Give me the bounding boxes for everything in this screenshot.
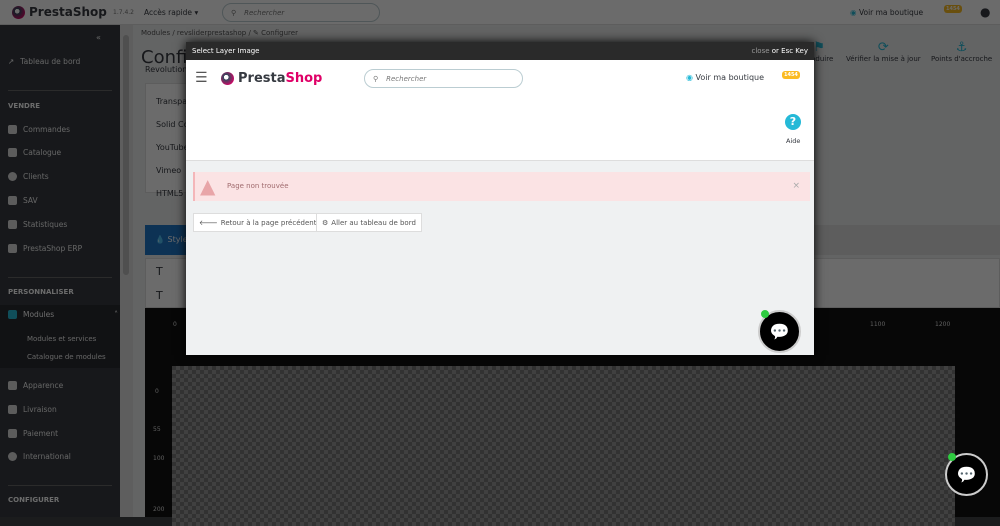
- sidebar-item-catalog[interactable]: Catalogue: [8, 148, 118, 157]
- notification-badge[interactable]: 1454: [782, 71, 800, 79]
- modal-title-bar: Select Layer Image close or Esc Key: [186, 42, 814, 60]
- section-customize: PERSONNALISER: [8, 288, 74, 296]
- eye-icon: ◉: [686, 73, 693, 82]
- sidebar-item-payment[interactable]: Paiement: [8, 429, 118, 438]
- alert-message: Page non trouvée: [227, 182, 289, 190]
- hamburger-menu-icon[interactable]: ☰: [195, 70, 208, 86]
- account-icon: [8, 172, 17, 181]
- sidebar-item-customers[interactable]: Clients: [8, 172, 118, 181]
- sidebar: « ↗ Tableau de bord VENDRE Commandes Cata…: [0, 25, 120, 517]
- search-icon: ⚲: [373, 74, 379, 83]
- prestashop-logo[interactable]: PrestaShop: [221, 71, 322, 86]
- ruler-y-label: 200: [153, 506, 165, 513]
- alert-close-button[interactable]: ×: [792, 181, 800, 191]
- collapse-icon[interactable]: «: [96, 33, 101, 42]
- quick-access-dropdown[interactable]: Accès rapide ▾: [144, 8, 198, 17]
- sidebar-item-appearance[interactable]: Apparence: [8, 381, 118, 390]
- sidebar-item-stats[interactable]: Statistiques: [8, 220, 118, 229]
- select-layer-image-modal: Select Layer Image close or Esc Key ☰ Pr…: [186, 42, 814, 355]
- chat-icon: [8, 196, 17, 205]
- chat-widget-button[interactable]: 💬: [758, 310, 801, 353]
- top-bar: PrestaShop 1.7.4.2 Accès rapide ▾ ⚲ Reche…: [0, 0, 1000, 25]
- chat-widget-button[interactable]: 💬: [945, 453, 988, 496]
- go-dashboard-button[interactable]: ⚙ Aller au tableau de bord: [316, 213, 422, 232]
- search-icon: ⚲: [231, 8, 237, 17]
- ruler-y-label: 55: [153, 426, 161, 433]
- sidebar-scrollbar[interactable]: [120, 25, 133, 517]
- ruler-x-label: 0: [173, 321, 177, 328]
- slide-canvas[interactable]: [172, 366, 955, 526]
- anchor-icon: ⚓: [955, 40, 968, 55]
- ruler-y-label: 0: [155, 388, 159, 395]
- sidebar-subitem-module-catalog[interactable]: Catalogue de modules: [27, 353, 106, 361]
- modal-title: Select Layer Image: [192, 47, 260, 55]
- trend-icon: ↗: [8, 57, 15, 66]
- sidebar-item-modules[interactable]: Modules ˄: [8, 310, 118, 319]
- sidebar-item-service[interactable]: SAV: [8, 196, 118, 205]
- refresh-icon: ⟳: [877, 40, 889, 55]
- notification-badge[interactable]: 1454: [944, 5, 962, 13]
- card-icon: [8, 429, 17, 438]
- sidebar-item-orders[interactable]: Commandes: [8, 125, 118, 134]
- user-icon[interactable]: ●: [980, 5, 990, 19]
- dashboard-icon: ⚙: [322, 218, 329, 227]
- warning-icon: ▲: [200, 174, 216, 198]
- eye-icon: ◉: [850, 8, 857, 17]
- ruler-x-label: 1100: [870, 321, 886, 328]
- view-shop-link[interactable]: ◉ Voir ma boutique: [686, 73, 764, 82]
- chart-icon: [8, 220, 17, 229]
- truck-icon: [8, 405, 17, 414]
- chevron-up-icon: ˄: [114, 310, 118, 319]
- ruler-y-label: 100: [153, 455, 165, 462]
- error-alert: ▲ Page non trouvée ×: [193, 172, 810, 201]
- arrow-left-icon: 🡐: [199, 219, 218, 227]
- basket-icon: [8, 125, 17, 134]
- ruler-x-label: 1200: [935, 321, 951, 328]
- modal-close-button[interactable]: close or Esc Key: [752, 42, 809, 60]
- help-label[interactable]: Aide: [786, 137, 800, 145]
- modal-header: ☰ PrestaShop ⚲ Rechercher ◉ Voir ma bouti…: [186, 60, 814, 161]
- modal-search-input[interactable]: ⚲ Rechercher: [364, 69, 523, 88]
- puzzle-icon: [8, 310, 17, 319]
- sidebar-item-erp[interactable]: PrestaShop ERP: [8, 244, 118, 253]
- section-sell: VENDRE: [8, 102, 41, 110]
- prestashop-logo[interactable]: PrestaShop: [12, 5, 107, 19]
- check-update-button[interactable]: ⟳ Vérifier la mise à jour: [846, 40, 921, 63]
- top-search-input[interactable]: ⚲ Rechercher: [222, 3, 380, 22]
- globe-icon: [8, 452, 17, 461]
- hooks-button[interactable]: ⚓ Points d'accroche: [931, 40, 992, 63]
- monitor-icon: [8, 381, 17, 390]
- sidebar-item-international[interactable]: International: [8, 452, 118, 461]
- puzzle-icon: [8, 244, 17, 253]
- sidebar-item-dashboard[interactable]: ↗ Tableau de bord: [8, 57, 118, 66]
- section-configure: CONFIGURER: [8, 496, 60, 504]
- flag-icon: ⚑: [813, 40, 825, 55]
- sidebar-item-shipping[interactable]: Livraison: [8, 405, 118, 414]
- view-shop-link[interactable]: ◉ Voir ma boutique: [850, 8, 923, 17]
- breadcrumb: Modules / revsliderprestashop / ✎ Config…: [141, 29, 298, 37]
- version: 1.7.4.2: [113, 9, 134, 16]
- store-icon: [8, 148, 17, 157]
- back-button[interactable]: 🡐 Retour à la page précédente: [193, 213, 327, 232]
- help-icon[interactable]: ?: [785, 114, 801, 130]
- page-subtitle: Revolution: [145, 65, 188, 74]
- sidebar-subitem-modules-services[interactable]: Modules et services: [27, 335, 96, 343]
